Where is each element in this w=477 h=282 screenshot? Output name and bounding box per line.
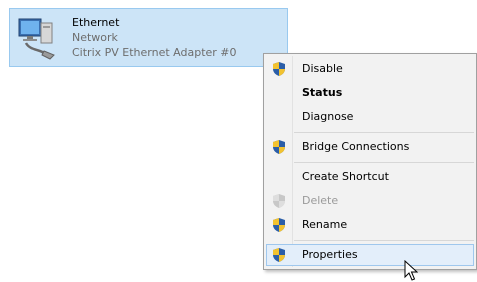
menu-item-status[interactable]: Status bbox=[266, 82, 474, 104]
menu-separator bbox=[294, 240, 474, 241]
menu-item-label: Delete bbox=[302, 194, 339, 207]
menu-separator bbox=[294, 132, 474, 133]
uac-shield-icon bbox=[273, 218, 285, 232]
menu-item-diagnose[interactable]: Diagnose bbox=[266, 106, 474, 128]
menu-item-label: Create Shortcut bbox=[302, 170, 389, 183]
uac-shield-icon bbox=[273, 62, 285, 76]
uac-shield-icon bbox=[273, 194, 285, 208]
menu-item-label: Diagnose bbox=[302, 110, 354, 123]
menu-item-label: Disable bbox=[302, 62, 343, 75]
mouse-pointer-icon bbox=[404, 260, 418, 281]
menu-item-label: Bridge Connections bbox=[302, 140, 410, 153]
adapter-network: Network bbox=[72, 31, 118, 44]
menu-item-disable[interactable]: Disable bbox=[266, 58, 474, 80]
ethernet-adapter-tile[interactable]: Ethernet Network Citrix PV Ethernet Adap… bbox=[9, 8, 288, 67]
uac-shield-icon bbox=[273, 140, 285, 154]
menu-item-rename[interactable]: Rename bbox=[266, 214, 474, 236]
menu-item-create-shortcut[interactable]: Create Shortcut bbox=[266, 166, 474, 188]
menu-item-delete: Delete bbox=[266, 190, 474, 212]
network-adapter-icon bbox=[18, 18, 55, 60]
adapter-name: Ethernet bbox=[72, 16, 120, 29]
menu-item-bridge-connections[interactable]: Bridge Connections bbox=[266, 136, 474, 158]
menu-separator bbox=[294, 162, 474, 163]
adapter-text: Ethernet Network Citrix PV Ethernet Adap… bbox=[72, 15, 237, 60]
menu-item-properties[interactable]: Properties bbox=[266, 244, 474, 266]
menu-item-label: Status bbox=[302, 86, 343, 99]
context-menu: Disable Status Diagnose Bridge Connectio… bbox=[263, 53, 477, 270]
adapter-description: Citrix PV Ethernet Adapter #0 bbox=[72, 46, 237, 59]
menu-item-label: Properties bbox=[302, 248, 358, 261]
uac-shield-icon bbox=[273, 248, 285, 262]
menu-item-label: Rename bbox=[302, 218, 348, 231]
